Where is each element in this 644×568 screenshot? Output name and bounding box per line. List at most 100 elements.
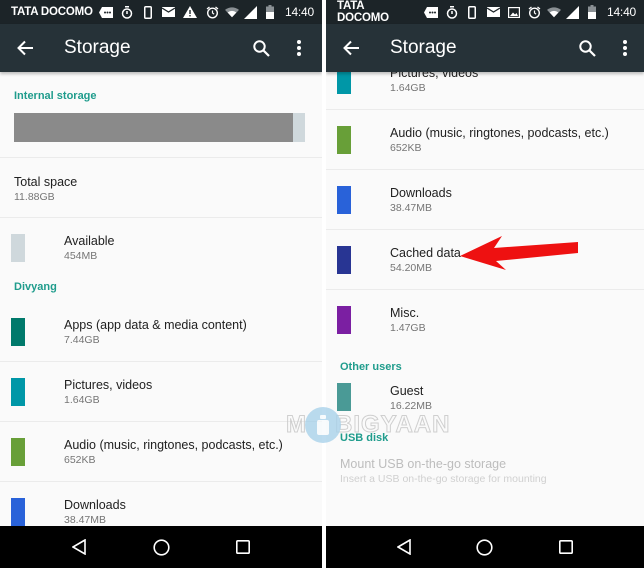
item-value: 54.20MB (390, 262, 433, 274)
storage-list[interactable]: Internal storage Total space 11.88GB Ava… (0, 72, 322, 526)
navigation-bar (326, 526, 644, 568)
list-item[interactable]: Misc. 1.47GB (326, 290, 644, 350)
list-item-total-space[interactable]: Total space 11.88GB (0, 158, 322, 218)
item-title: Downloads (64, 498, 126, 512)
item-value: 38.47MB (390, 202, 433, 214)
color-swatch (337, 72, 351, 94)
storage-usage-used (14, 113, 294, 142)
item-value: 1.47GB (390, 322, 426, 334)
watermark-text: BIGYAAN (334, 411, 451, 439)
user-storage-items: Apps (app data & media content) 7.44GB Pic… (0, 302, 322, 526)
alarm-icon (206, 5, 220, 19)
phone-device-icon (141, 5, 155, 19)
nav-home-icon (152, 538, 170, 556)
item-value: 38.47MB (64, 514, 107, 526)
status-bar: TATA DOCOMO 14:40 (0, 0, 322, 24)
wifi-icon (224, 5, 239, 19)
item-value: 1.64GB (64, 394, 100, 406)
item-title: Mount USB on-the-go storage (340, 457, 507, 471)
arrow-back-icon (343, 40, 359, 56)
search-button[interactable] (568, 24, 606, 72)
list-item[interactable]: Audio (music, ringtones, podcasts, etc.)… (0, 422, 322, 482)
nav-recents-button[interactable] (546, 527, 586, 567)
nav-back-icon (397, 539, 412, 555)
item-value: 652KB (390, 142, 422, 154)
item-subtitle: Insert a USB on-the-go storage for mount… (340, 473, 547, 485)
phone-device-icon (466, 5, 480, 19)
nav-back-button[interactable] (59, 527, 99, 567)
color-swatch (337, 126, 351, 154)
overflow-menu-button[interactable] (280, 24, 318, 72)
nav-home-icon (476, 538, 494, 556)
color-swatch (337, 186, 351, 214)
nav-back-icon (72, 539, 86, 555)
color-swatch (11, 234, 25, 262)
message-icon (423, 5, 438, 19)
mail-icon (162, 5, 176, 19)
warning-icon (182, 5, 197, 19)
phone-screen-left: TATA DOCOMO 14:40 Storage Internal stora… (0, 0, 322, 568)
more-vert-icon (297, 40, 301, 56)
status-bar: TATA DOCOMO 14:40 (326, 0, 644, 24)
battery-icon (263, 5, 277, 19)
section-header-user: Divyang (14, 281, 57, 293)
mail-icon (486, 5, 500, 19)
wifi-icon (546, 5, 561, 19)
list-item-available[interactable]: Available 454MB (0, 218, 322, 278)
nav-home-button[interactable] (465, 527, 505, 567)
app-toolbar: Storage (0, 24, 322, 72)
item-value: 11.88GB (14, 191, 55, 203)
signal-icon (244, 5, 258, 19)
item-title: Audio (music, ringtones, podcasts, etc.) (390, 126, 609, 140)
item-title: Misc. (390, 306, 420, 320)
list-item[interactable]: Downloads 38.47MB (0, 482, 322, 526)
item-title: Pictures, videos (390, 72, 479, 80)
app-toolbar: Storage (326, 24, 644, 72)
item-title: Downloads (390, 186, 452, 200)
storage-bar-container (0, 105, 322, 158)
carrier-label: TATA DOCOMO (11, 6, 93, 18)
color-swatch (11, 378, 25, 406)
signal-icon (566, 5, 580, 19)
section-header-internal-storage: Internal storage (14, 90, 97, 102)
list-item[interactable]: Pictures, videos 1.64GB (0, 362, 322, 422)
message-icon (98, 5, 113, 19)
item-title: Available (64, 234, 115, 248)
clock: 14:40 (606, 5, 637, 19)
back-button[interactable] (327, 24, 375, 72)
section-header-other-users: Other users (340, 361, 402, 373)
watermark-prefix: M (286, 411, 307, 439)
color-swatch (337, 306, 351, 334)
storage-list[interactable]: Pictures, videos 1.64GB Audio (music, ring… (326, 72, 644, 526)
nav-recents-icon (558, 540, 573, 554)
item-value: 1.64GB (390, 82, 426, 94)
arrow-back-icon (17, 40, 33, 56)
back-button[interactable] (1, 24, 49, 72)
search-icon (252, 39, 270, 57)
battery-icon (585, 5, 599, 19)
nav-home-button[interactable] (141, 527, 181, 567)
list-item[interactable]: Apps (app data & media content) 7.44GB (0, 302, 322, 362)
navigation-bar (0, 526, 322, 568)
page-title: Storage (64, 37, 131, 58)
watermark: M BIGYAAN (286, 407, 451, 443)
search-icon (578, 39, 596, 57)
nav-recents-button[interactable] (223, 527, 263, 567)
color-swatch (11, 318, 25, 346)
search-button[interactable] (242, 24, 280, 72)
nav-back-button[interactable] (384, 527, 424, 567)
item-title: Audio (music, ringtones, podcasts, etc.) (64, 438, 283, 452)
color-swatch (337, 246, 351, 274)
list-item[interactable]: Downloads 38.47MB (326, 170, 644, 230)
list-item[interactable]: Audio (music, ringtones, podcasts, etc.)… (326, 110, 644, 170)
carrier-label: TATA DOCOMO (337, 0, 389, 24)
list-item[interactable]: Pictures, videos 1.64GB (326, 72, 644, 110)
color-swatch (11, 438, 25, 466)
list-item-mount-usb[interactable]: Mount USB on-the-go storage Insert a USB… (326, 452, 644, 492)
user-storage-items: Pictures, videos 1.64GB Audio (music, ring… (326, 72, 644, 350)
more-vert-icon (623, 40, 627, 56)
item-title: Apps (app data & media content) (64, 318, 247, 332)
nav-recents-icon (236, 540, 250, 554)
clock: 14:40 (284, 5, 314, 19)
overflow-menu-button[interactable] (606, 24, 644, 72)
